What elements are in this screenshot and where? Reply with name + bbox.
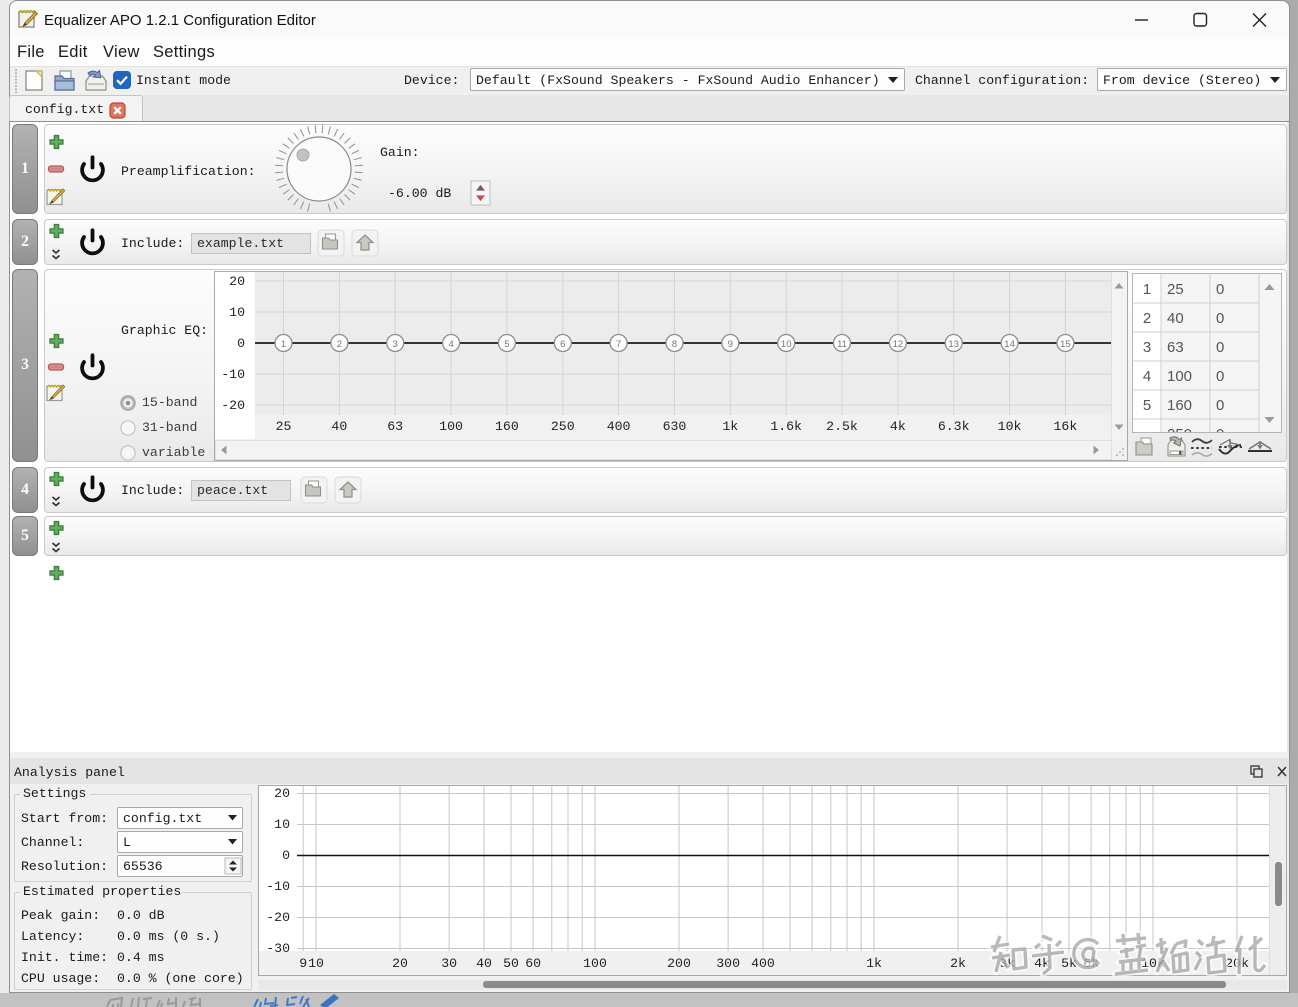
svg-text:1: 1: [281, 339, 286, 350]
svg-text:7: 7: [616, 339, 621, 350]
svg-text:4: 4: [448, 339, 453, 350]
svg-text:12: 12: [893, 339, 904, 350]
svg-text:8: 8: [672, 339, 677, 350]
svg-text:6: 6: [560, 339, 565, 350]
svg-text:13: 13: [948, 339, 959, 350]
svg-text:9: 9: [728, 339, 733, 350]
svg-text:11: 11: [837, 339, 847, 350]
svg-text:2: 2: [337, 339, 342, 350]
svg-text:5: 5: [504, 339, 509, 350]
svg-text:3: 3: [393, 339, 398, 350]
svg-text:14: 14: [1004, 339, 1015, 350]
svg-text:10: 10: [781, 339, 792, 350]
svg-text:15: 15: [1060, 339, 1071, 350]
